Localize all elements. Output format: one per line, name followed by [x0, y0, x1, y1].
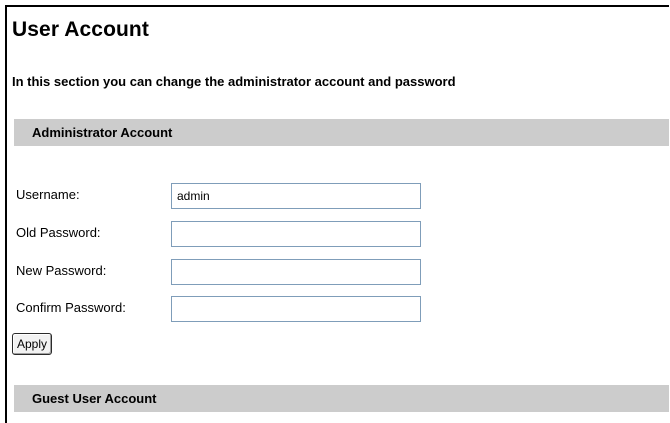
old-password-input[interactable]	[171, 221, 421, 247]
page-description: In this section you can change the admin…	[12, 74, 456, 89]
confirm-password-input[interactable]	[171, 296, 421, 322]
administrator-account-header: Administrator Account	[14, 119, 669, 146]
page-title: User Account	[12, 18, 149, 41]
username-input[interactable]	[171, 183, 421, 209]
new-password-input[interactable]	[171, 259, 421, 285]
guest-user-account-header: Guest User Account	[14, 385, 669, 412]
username-label: Username:	[16, 187, 80, 202]
old-password-label: Old Password:	[16, 225, 101, 240]
content-frame: User Account In this section you can cha…	[5, 5, 669, 423]
confirm-password-label: Confirm Password:	[16, 300, 126, 315]
apply-button[interactable]: Apply	[12, 333, 53, 355]
new-password-label: New Password:	[16, 263, 107, 278]
